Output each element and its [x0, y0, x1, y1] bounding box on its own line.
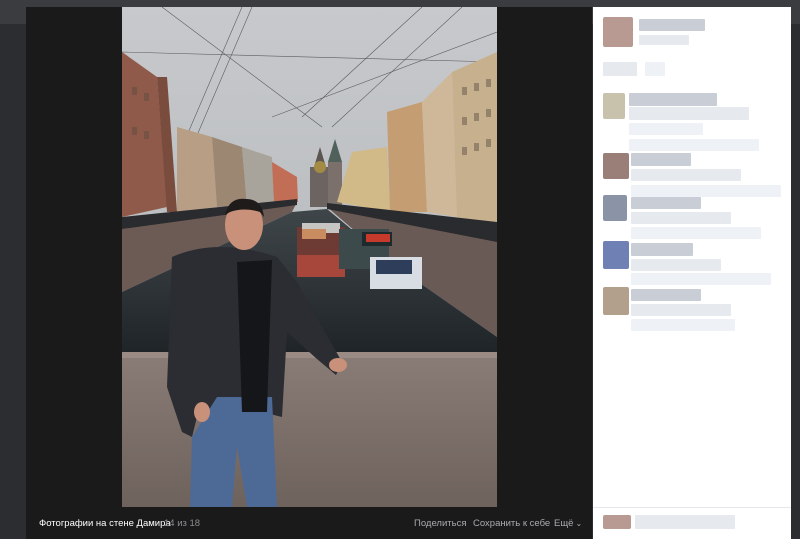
share-button[interactable]: Поделиться: [414, 518, 466, 529]
blurred-text: [631, 259, 721, 271]
save-to-profile-button[interactable]: Сохранить к себе: [473, 518, 550, 529]
photo[interactable]: [122, 7, 497, 507]
photo-counter: 14 из 18: [164, 518, 201, 529]
chevron-down-icon: ⌄: [575, 519, 583, 528]
divider: [593, 507, 791, 508]
blurred-text: [629, 107, 749, 120]
blurred-date: [639, 35, 689, 45]
avatar[interactable]: [603, 17, 633, 47]
more-label: Ещё: [554, 518, 574, 529]
photo-viewer-footer: Фотографии на стене Дамира 14 из 18 Поде…: [26, 507, 592, 539]
album-caption[interactable]: Фотографии на стене Дамира: [39, 518, 171, 529]
blurred-text: [631, 212, 731, 224]
blurred-text: [631, 304, 731, 316]
blurred-text: [629, 139, 759, 151]
blurred-text: [629, 93, 717, 106]
comments-sidebar: [593, 7, 791, 539]
avatar[interactable]: [603, 153, 629, 179]
blurred-text: [631, 153, 691, 166]
avatar[interactable]: [603, 195, 627, 221]
blurred-text: [631, 289, 701, 301]
blurred-text: [631, 227, 761, 239]
blurred-author-name: [639, 19, 705, 31]
blurred-text: [631, 319, 735, 331]
blurred-text: [631, 169, 741, 181]
blurred-text: [631, 243, 693, 256]
more-button[interactable]: Ещё ⌄: [554, 518, 582, 529]
avatar[interactable]: [603, 93, 625, 119]
blurred-text: [645, 62, 665, 76]
blurred-text: [631, 197, 701, 209]
blurred-text: [629, 123, 703, 135]
blurred-text: [631, 273, 771, 285]
photo-image: [122, 7, 497, 507]
comment-input[interactable]: [635, 515, 735, 529]
avatar: [603, 515, 631, 529]
avatar[interactable]: [603, 287, 629, 315]
blurred-text: [603, 62, 637, 76]
avatar[interactable]: [603, 241, 629, 269]
blurred-text: [631, 185, 781, 197]
